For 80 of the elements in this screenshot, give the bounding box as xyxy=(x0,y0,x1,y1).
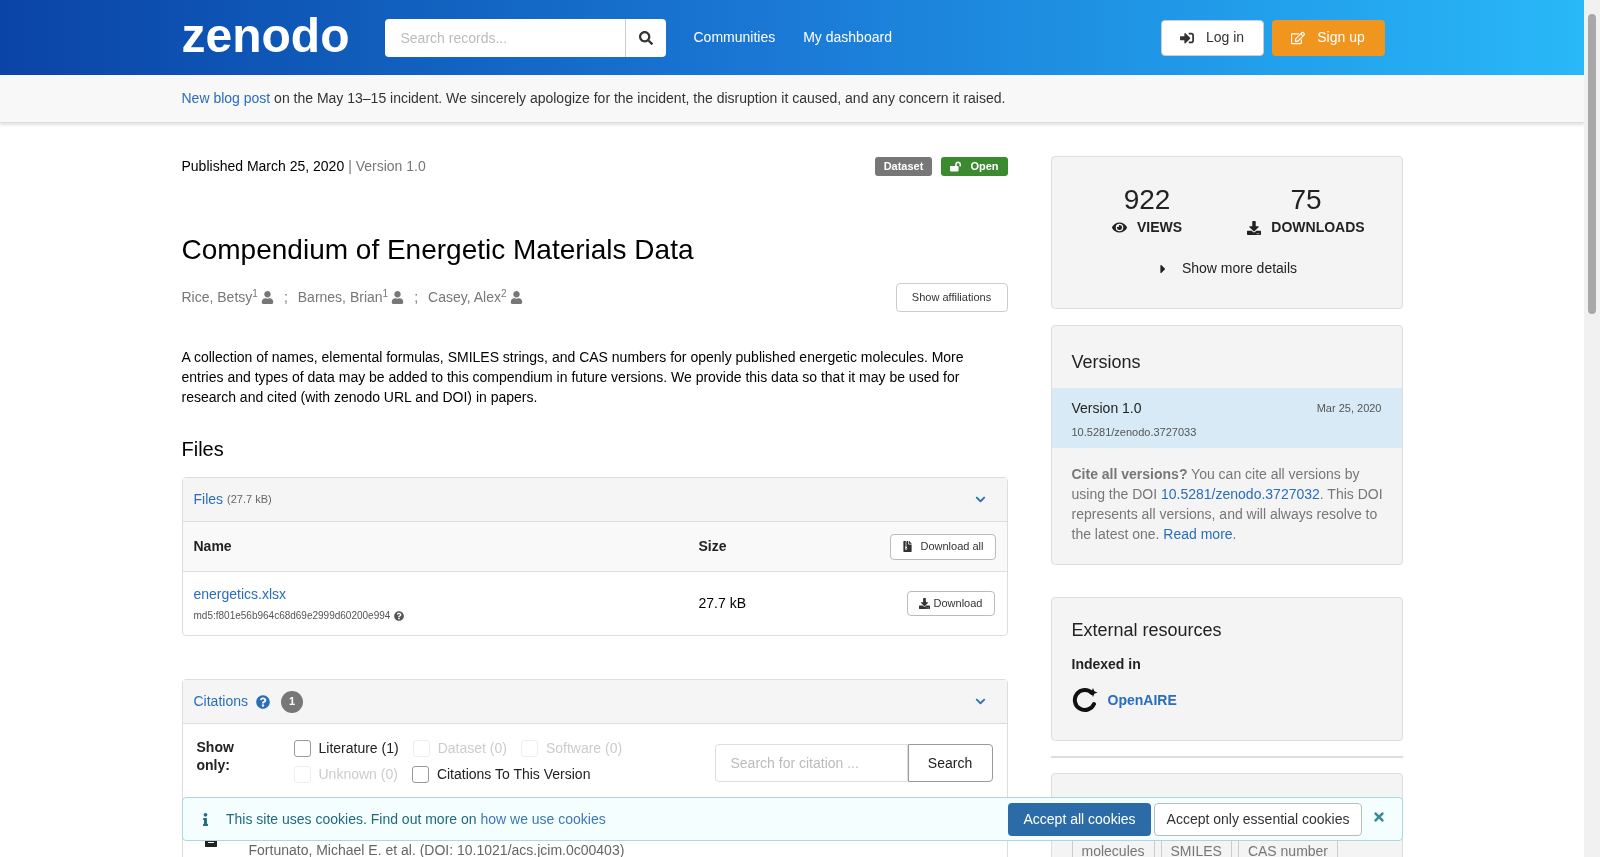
citation-search-button[interactable]: Search xyxy=(907,744,993,782)
author-name[interactable]: Rice, Betsy$^{1}$ xyxy=(181,286,258,308)
file-link[interactable]: energetics.xlsx xyxy=(193,584,287,605)
citation-authors: Fortunato, Michael E. et al. (DOI: 10.1021/acs.jcim.0c00403) xyxy=(248,843,626,857)
edit-icon xyxy=(1291,30,1306,45)
downloads-count: 75 xyxy=(1290,185,1322,215)
search-icon xyxy=(638,30,653,45)
show-more-details-button[interactable]: Show more details xyxy=(1155,258,1298,279)
version-name: Version 1.0 xyxy=(1071,399,1142,418)
published-date: Published March 25, 2020 xyxy=(181,156,345,176)
record-badge: Dataset xyxy=(874,156,933,176)
citations-panel-title[interactable]: Citations xyxy=(193,691,248,712)
zenodo-logo[interactable]: zenodo xyxy=(181,8,352,63)
openaire-logo-icon xyxy=(1071,687,1098,713)
download-icon xyxy=(918,598,930,609)
files-panel-title[interactable]: Files xyxy=(193,489,224,510)
user-icon xyxy=(391,290,405,304)
file-checksum: md5:f801e56b964c68d69e2999d60200e994 xyxy=(193,609,391,623)
user-icon xyxy=(260,290,274,304)
openaire-link[interactable]: OpenAIRE xyxy=(1107,689,1177,711)
unlock-icon xyxy=(950,160,962,172)
show-affiliations-button[interactable]: Show affiliations xyxy=(895,282,1008,312)
author-separator: ; xyxy=(414,287,419,307)
help-icon xyxy=(394,610,405,621)
eye-icon xyxy=(1111,220,1127,235)
user-icon xyxy=(509,290,523,304)
close-button[interactable] xyxy=(1372,810,1386,824)
record-title: Compendium of Energetic Materials Data xyxy=(181,233,695,267)
scrollbar[interactable] xyxy=(1584,0,1600,857)
nav-link[interactable]: My dashboard xyxy=(803,27,892,48)
login-button[interactable]: Log in xyxy=(1160,19,1264,56)
filter-label: Literature (1) xyxy=(318,739,399,758)
files-heading: Files xyxy=(181,437,225,461)
files-total-size: (27.7 kB) xyxy=(227,492,272,508)
record-description: A collection of names, elemental formulas, SMILES strings, and CAS numbers for openly published energetic molecules. More entries and types of data may be added to this compendium in future versions. We provide this data so that it may be used for research and cited (with zenodo URL and DOI) in papers. xyxy=(181,348,965,407)
downloads-label: DOWNLOADS xyxy=(1271,218,1365,237)
doi-link[interactable]: 10.5281/zenodo.3727032 xyxy=(1161,486,1320,502)
cookie-policy-link[interactable]: how we use cookies xyxy=(480,810,606,827)
accept-all-cookies-button[interactable]: Accept all cookies xyxy=(1008,802,1151,836)
scrollbar-thumb[interactable] xyxy=(1588,14,1596,314)
indexed-in-label: Indexed in xyxy=(1071,655,1142,674)
record-badge: Open xyxy=(941,156,1008,176)
versions-heading: Versions xyxy=(1070,351,1142,374)
author-name[interactable]: Casey, Alex$^{2}$ xyxy=(428,286,507,308)
author-name[interactable]: Barnes, Brian$^{1}$ xyxy=(297,286,389,308)
version-item[interactable]: Version 1.0 Mar 25, 2020 10.5281/zenodo.3727033 xyxy=(1051,388,1402,448)
citation-count-badge: 1 xyxy=(280,690,303,713)
filter-label: Citations To This Version xyxy=(436,765,591,784)
filter-checkbox[interactable] xyxy=(293,740,311,757)
notice-text: New blog post on the May 13–15 incident. We sincerely apologize for the incident, the disruption it caused, and any concern it raised. xyxy=(181,89,1007,108)
download-button[interactable]: Download xyxy=(906,591,995,616)
version-doi: 10.5281/zenodo.3727033 xyxy=(1071,425,1198,440)
show-only-label: Show only: xyxy=(196,738,235,775)
cite-all-versions-text: Cite all versions? You can cite all versions by using the DOI 10.5281/zenodo.3727032. This DOI represents all versions, and will always resolve to the latest one. Read more. xyxy=(1070,465,1384,544)
login-icon xyxy=(1179,30,1194,45)
column-header: Name xyxy=(193,537,233,556)
close-icon xyxy=(1372,810,1386,824)
search-button[interactable] xyxy=(624,18,666,57)
nav-link[interactable]: Communities xyxy=(693,27,776,48)
accept-essential-cookies-button[interactable]: Accept only essential cookies xyxy=(1154,802,1362,836)
version-label: | Version 1.0 xyxy=(348,156,426,176)
help-icon xyxy=(255,694,270,709)
search-field[interactable]: Search records... xyxy=(384,18,625,57)
author-separator: ; xyxy=(283,287,288,307)
chevron-down-icon xyxy=(974,696,986,707)
views-label: VIEWS xyxy=(1136,218,1183,237)
read-more-link[interactable]: Read more xyxy=(1163,526,1233,542)
external-resources-heading: External resources xyxy=(1071,619,1223,642)
chevron-down-icon xyxy=(974,494,986,505)
download-all-button[interactable]: Download all xyxy=(889,533,996,560)
file-size: 27.7 kB xyxy=(698,594,746,613)
version-date: Mar 25, 2020 xyxy=(1316,401,1382,417)
views-count: 922 xyxy=(1123,185,1171,215)
filter-checkbox[interactable] xyxy=(411,766,429,783)
download-icon xyxy=(1247,220,1262,235)
cookie-notice-text: This site uses cookies. Find out more on how we use cookies xyxy=(226,809,606,829)
blog-post-link[interactable]: New blog post xyxy=(181,90,271,106)
archive-icon xyxy=(901,541,913,552)
citation-search-field[interactable]: Search for citation ... xyxy=(714,744,908,782)
column-header: Size xyxy=(698,537,727,556)
